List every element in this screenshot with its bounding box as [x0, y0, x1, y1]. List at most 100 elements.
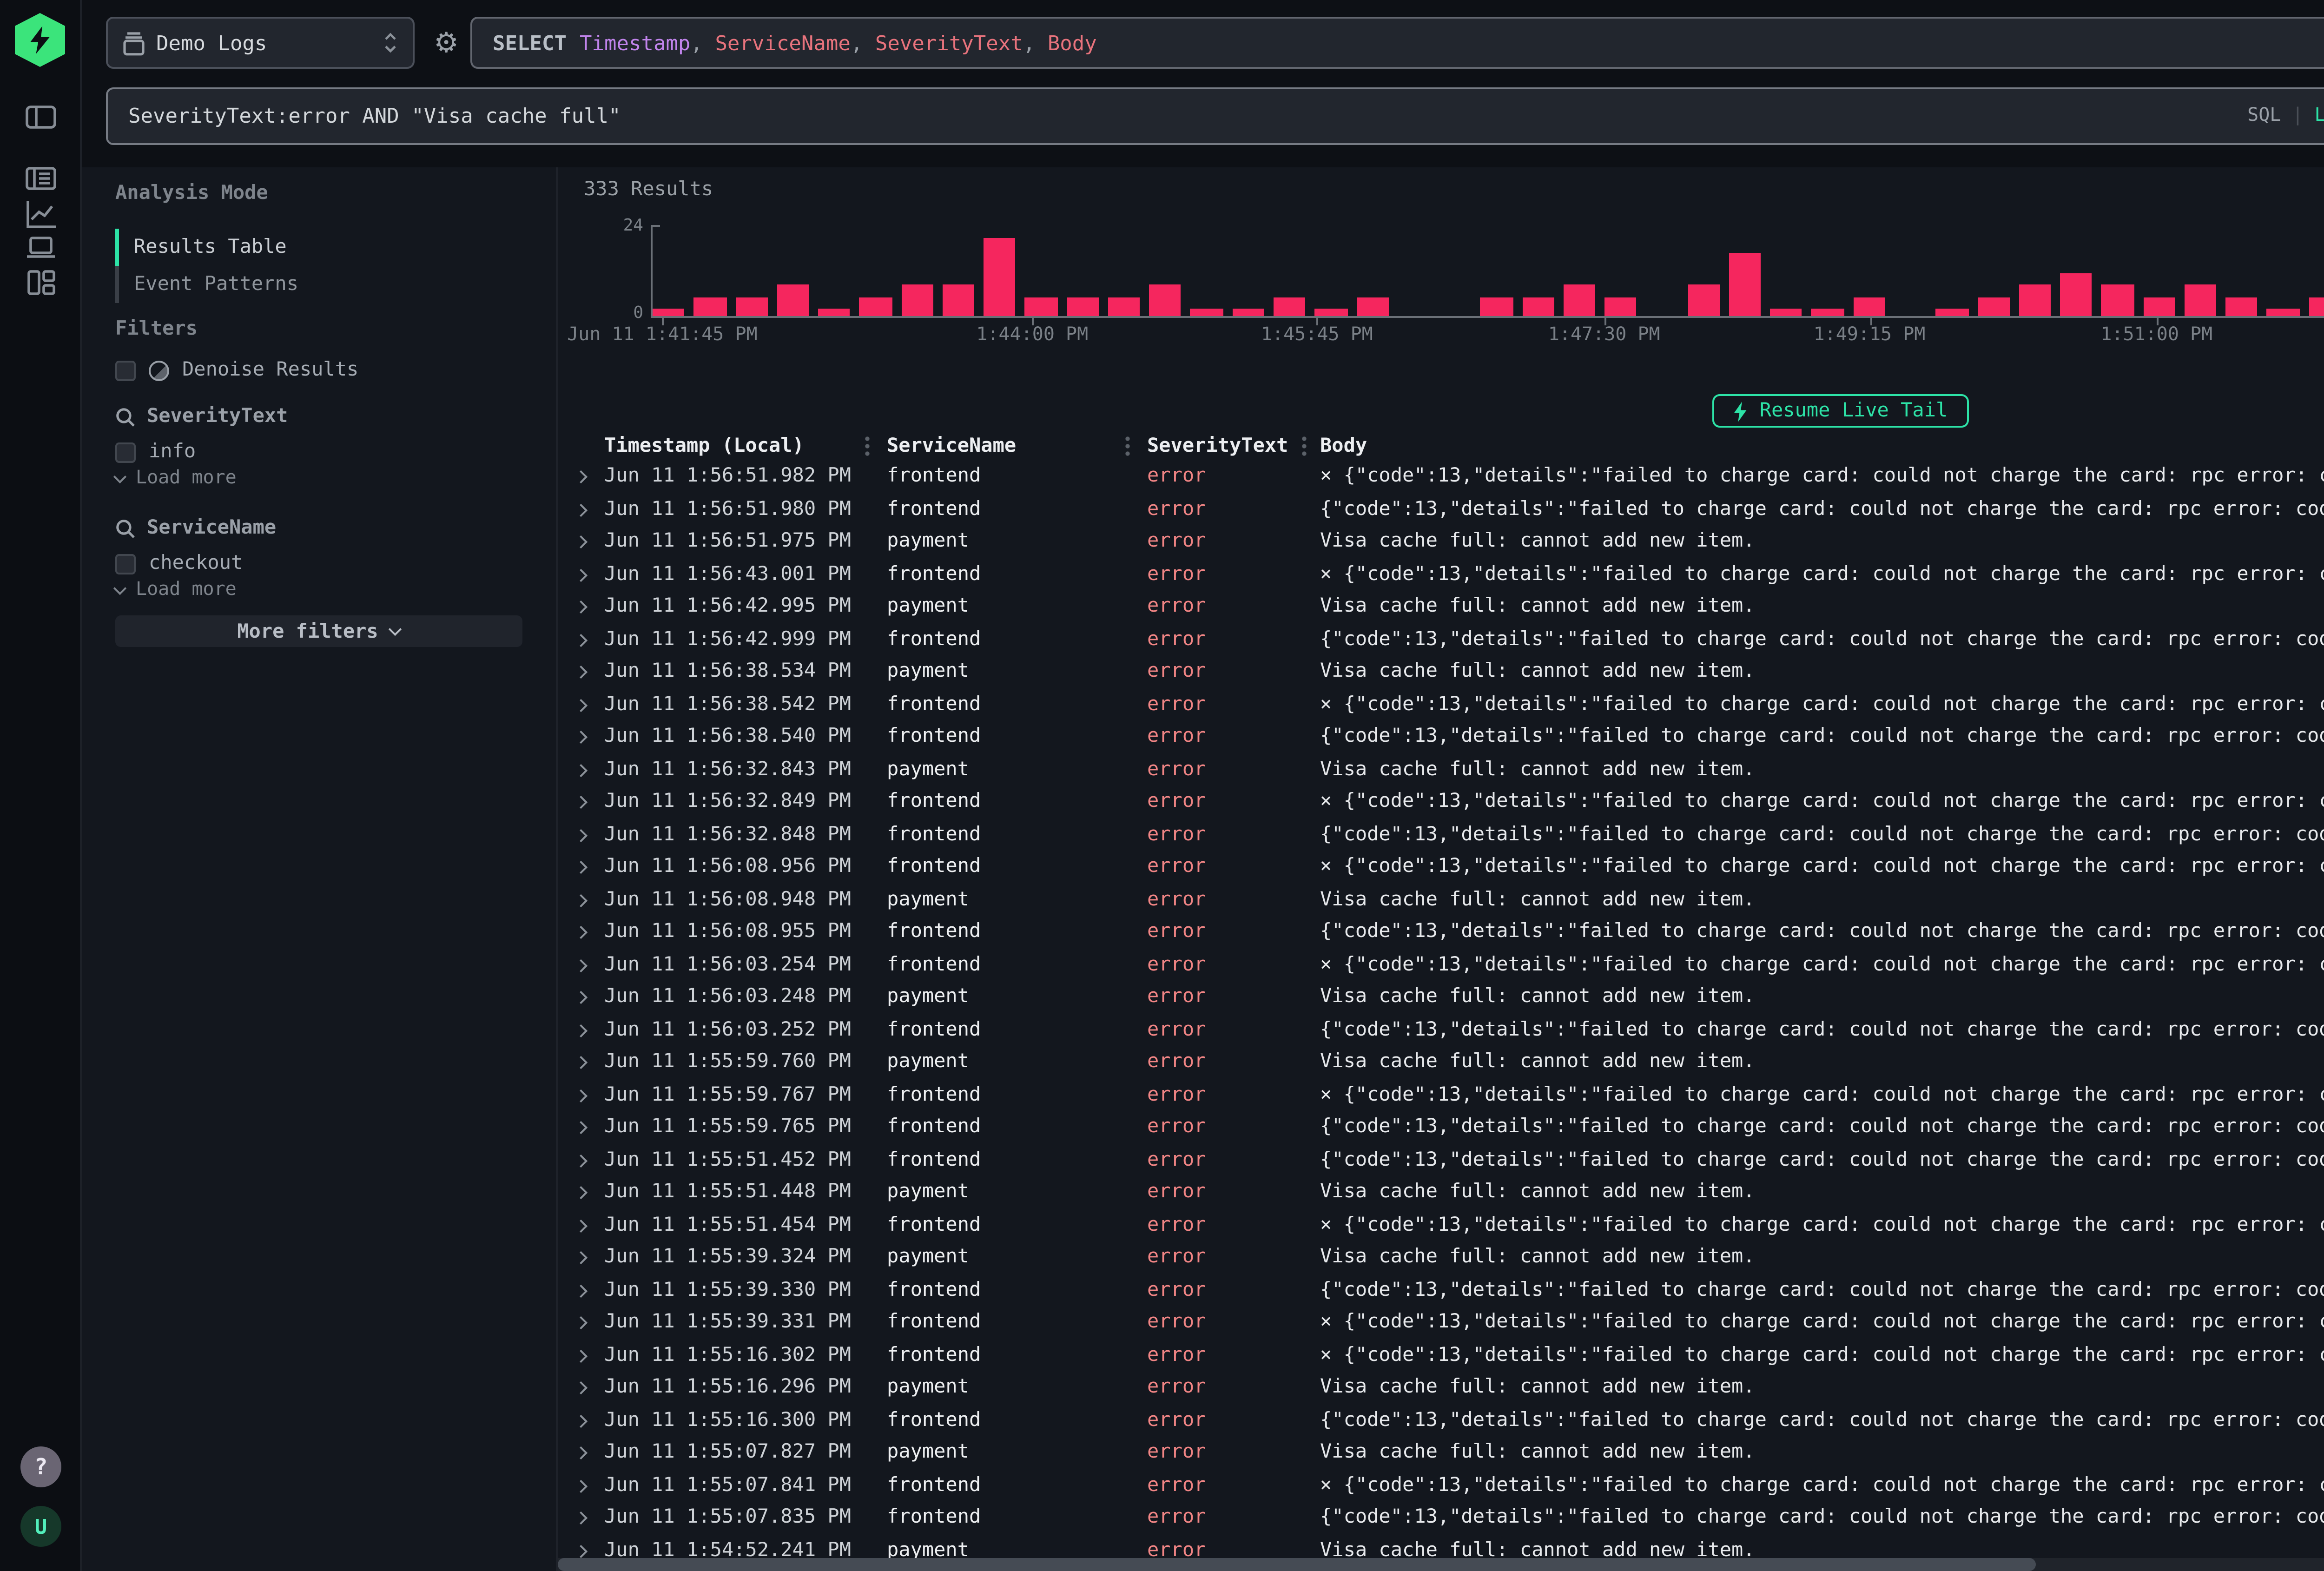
row-expand-chevron-icon[interactable] — [574, 796, 588, 809]
dashboards-icon[interactable] — [24, 266, 58, 299]
log-row[interactable]: Jun 11 1:56:42.999 PMfrontenderror{"code… — [558, 624, 2324, 656]
filter-option-info[interactable]: info — [115, 439, 196, 465]
filter-group-servicename[interactable]: ServiceName — [115, 517, 276, 539]
log-row[interactable]: Jun 11 1:56:51.980 PMfrontenderror{"code… — [558, 494, 2324, 526]
row-expand-chevron-icon[interactable] — [574, 1186, 588, 1199]
log-row[interactable]: Jun 11 1:56:03.252 PMfrontenderror{"code… — [558, 1014, 2324, 1047]
row-expand-chevron-icon[interactable] — [574, 470, 588, 483]
info-checkbox[interactable] — [115, 442, 136, 462]
row-expand-chevron-icon[interactable] — [574, 926, 588, 939]
log-row[interactable]: Jun 11 1:56:42.995 PMpaymenterrorVisa ca… — [558, 591, 2324, 624]
row-expand-chevron-icon[interactable] — [574, 1414, 588, 1427]
sessions-icon[interactable] — [24, 231, 58, 264]
sidebar-panel-icon[interactable] — [24, 100, 58, 134]
more-filters-button[interactable]: More filters — [115, 615, 522, 647]
row-expand-chevron-icon[interactable] — [574, 535, 588, 548]
log-row[interactable]: Jun 11 1:55:59.760 PMpaymenterrorVisa ca… — [558, 1047, 2324, 1079]
log-row[interactable]: Jun 11 1:55:51.448 PMpaymenterrorVisa ca… — [558, 1177, 2324, 1209]
log-row[interactable]: Jun 11 1:55:07.841 PMfrontenderror× {"co… — [558, 1470, 2324, 1502]
row-expand-chevron-icon[interactable] — [574, 1284, 588, 1297]
col-severitytext[interactable]: SeverityText — [1147, 435, 1288, 457]
column-resize-handle[interactable] — [1301, 435, 1307, 457]
checkout-checkbox[interactable] — [115, 553, 136, 574]
row-expand-chevron-icon[interactable] — [574, 1544, 588, 1557]
help-button[interactable]: ? — [20, 1446, 61, 1487]
row-expand-chevron-icon[interactable] — [574, 958, 588, 971]
histogram-bars[interactable] — [653, 231, 2324, 316]
col-servicename[interactable]: ServiceName — [887, 435, 1016, 457]
row-expand-chevron-icon[interactable] — [574, 503, 588, 516]
log-row[interactable]: Jun 11 1:56:08.955 PMfrontenderror{"code… — [558, 917, 2324, 949]
language-sql[interactable]: SQL — [2247, 106, 2281, 126]
row-expand-chevron-icon[interactable] — [574, 1251, 588, 1264]
load-more-severity[interactable]: Load more — [115, 469, 237, 489]
row-expand-chevron-icon[interactable] — [574, 601, 588, 614]
row-expand-chevron-icon[interactable] — [574, 861, 588, 874]
search-input[interactable]: SeverityText:error AND "Visa cache full"… — [106, 87, 2324, 145]
row-expand-chevron-icon[interactable] — [574, 1023, 588, 1036]
log-row[interactable]: Jun 11 1:56:32.848 PMfrontenderror{"code… — [558, 819, 2324, 852]
mode-event-patterns[interactable]: Event Patterns — [115, 266, 522, 303]
column-resize-handle[interactable] — [1125, 435, 1130, 457]
row-expand-chevron-icon[interactable] — [574, 698, 588, 711]
app-logo-icon[interactable] — [15, 13, 65, 67]
log-row[interactable]: Jun 11 1:55:07.827 PMpaymenterrorVisa ca… — [558, 1437, 2324, 1470]
log-row[interactable]: Jun 11 1:55:59.767 PMfrontenderror× {"co… — [558, 1079, 2324, 1112]
load-more-service[interactable]: Load more — [115, 580, 237, 601]
row-expand-chevron-icon[interactable] — [574, 828, 588, 841]
log-row[interactable]: Jun 11 1:55:39.330 PMfrontenderror{"code… — [558, 1274, 2324, 1307]
select-clause-input[interactable]: SELECT Timestamp, ServiceName, SeverityT… — [470, 17, 2324, 69]
log-row[interactable]: Jun 11 1:55:39.331 PMfrontenderror× {"co… — [558, 1307, 2324, 1340]
row-expand-chevron-icon[interactable] — [574, 1316, 588, 1329]
row-expand-chevron-icon[interactable] — [574, 1219, 588, 1232]
user-avatar[interactable]: U — [20, 1506, 61, 1547]
row-expand-chevron-icon[interactable] — [574, 1056, 588, 1069]
log-row[interactable]: Jun 11 1:55:39.324 PMpaymenterrorVisa ca… — [558, 1242, 2324, 1274]
col-timestamp[interactable]: Timestamp (Local) — [604, 435, 804, 457]
row-expand-chevron-icon[interactable] — [574, 1512, 588, 1525]
row-expand-chevron-icon[interactable] — [574, 1121, 588, 1134]
source-select[interactable]: Demo Logs — [106, 17, 415, 69]
denoise-results-option[interactable]: Denoise Results — [115, 357, 358, 383]
source-settings-gear-icon[interactable]: ⚙ — [428, 24, 465, 61]
mode-results-table[interactable]: Results Table — [115, 229, 522, 266]
column-resize-handle[interactable] — [865, 435, 870, 457]
horizontal-scrollbar-thumb[interactable] — [558, 1558, 2036, 1571]
log-row[interactable]: Jun 11 1:55:51.454 PMfrontenderror× {"co… — [558, 1209, 2324, 1242]
row-expand-chevron-icon[interactable] — [574, 1154, 588, 1167]
filter-option-checkout[interactable]: checkout — [115, 550, 243, 576]
log-row[interactable]: Jun 11 1:55:59.765 PMfrontenderror{"code… — [558, 1112, 2324, 1144]
denoise-checkbox[interactable] — [115, 360, 136, 380]
row-expand-chevron-icon[interactable] — [574, 666, 588, 679]
col-body[interactable]: Body — [1320, 435, 1367, 457]
row-expand-chevron-icon[interactable] — [574, 1446, 588, 1459]
log-row[interactable]: Jun 11 1:56:32.849 PMfrontenderror× {"co… — [558, 786, 2324, 819]
log-row[interactable]: Jun 11 1:56:51.982 PMfrontenderror× {"co… — [558, 461, 2324, 494]
log-row[interactable]: Jun 11 1:55:16.302 PMfrontenderror× {"co… — [558, 1340, 2324, 1372]
log-row[interactable]: Jun 11 1:56:08.956 PMfrontenderror× {"co… — [558, 852, 2324, 884]
horizontal-scrollbar[interactable] — [558, 1558, 2324, 1571]
row-expand-chevron-icon[interactable] — [574, 1349, 588, 1362]
log-row[interactable]: Jun 11 1:56:03.254 PMfrontenderror× {"co… — [558, 949, 2324, 982]
log-row[interactable]: Jun 11 1:56:38.540 PMfrontenderror{"code… — [558, 721, 2324, 754]
chart-explorer-icon[interactable] — [24, 197, 58, 231]
row-expand-chevron-icon[interactable] — [574, 731, 588, 744]
log-row[interactable]: Jun 11 1:55:16.300 PMfrontenderror{"code… — [558, 1405, 2324, 1437]
log-row[interactable]: Jun 11 1:56:43.001 PMfrontenderror× {"co… — [558, 559, 2324, 591]
row-expand-chevron-icon[interactable] — [574, 893, 588, 906]
row-expand-chevron-icon[interactable] — [574, 1479, 588, 1492]
row-expand-chevron-icon[interactable] — [574, 1381, 588, 1394]
log-row[interactable]: Jun 11 1:55:07.835 PMfrontenderror{"code… — [558, 1502, 2324, 1535]
row-expand-chevron-icon[interactable] — [574, 991, 588, 1004]
log-row[interactable]: Jun 11 1:56:32.843 PMpaymenterrorVisa ca… — [558, 754, 2324, 786]
log-row[interactable]: Jun 11 1:55:51.452 PMfrontenderror{"code… — [558, 1144, 2324, 1177]
search-logs-icon[interactable] — [24, 162, 58, 195]
log-row[interactable]: Jun 11 1:56:51.975 PMpaymenterrorVisa ca… — [558, 526, 2324, 559]
log-row[interactable]: Jun 11 1:56:08.948 PMpaymenterrorVisa ca… — [558, 884, 2324, 917]
query-language-toggle[interactable]: SQL | Lucene — [2247, 106, 2324, 126]
row-expand-chevron-icon[interactable] — [574, 1089, 588, 1102]
log-row[interactable]: Jun 11 1:56:38.534 PMpaymenterrorVisa ca… — [558, 656, 2324, 689]
resume-live-tail-button[interactable]: Resume Live Tail — [1713, 394, 1968, 428]
log-row[interactable]: Jun 11 1:56:03.248 PMpaymenterrorVisa ca… — [558, 982, 2324, 1014]
row-expand-chevron-icon[interactable] — [574, 568, 588, 581]
